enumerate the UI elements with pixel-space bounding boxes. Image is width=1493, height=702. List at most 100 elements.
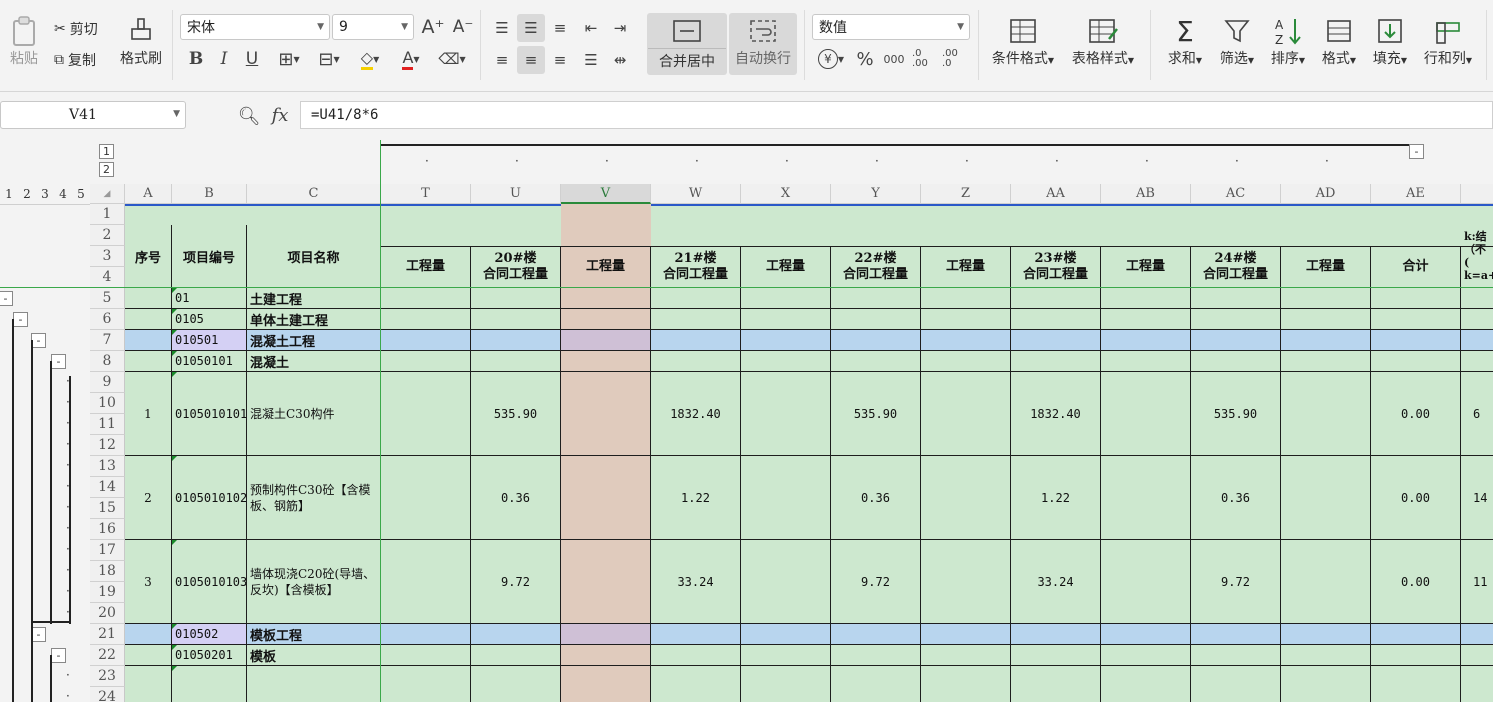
cell-r21-c11[interactable] — [1101, 624, 1191, 645]
cell-r6-c14[interactable] — [1371, 309, 1461, 330]
cell-r21-c6[interactable] — [651, 624, 741, 645]
row-header-18[interactable]: 18 — [90, 561, 125, 582]
cell-r6-c3[interactable] — [381, 309, 471, 330]
cell-item1-c11[interactable] — [1101, 372, 1191, 456]
cell-r23-c1[interactable] — [172, 666, 247, 702]
cut-button[interactable]: ✂ 剪切 — [54, 18, 98, 40]
cell-r22-c13[interactable] — [1281, 645, 1371, 666]
font-size-select[interactable]: 9 ▼ — [332, 14, 414, 40]
cell-item2-c5[interactable] — [561, 456, 651, 540]
cell-aa-item-1[interactable]: 1832.40 — [1011, 372, 1101, 456]
cell-y-item-3[interactable]: 9.72 — [831, 540, 921, 624]
header-z-qty[interactable]: 工程量 — [921, 246, 1011, 288]
cell-r7-c4[interactable] — [471, 330, 561, 351]
row-header-24[interactable]: 24 — [90, 687, 125, 702]
cell-y-item-1[interactable]: 535.90 — [831, 372, 921, 456]
row-header-12[interactable]: 12 — [90, 435, 125, 456]
cell-item3-c11[interactable] — [1101, 540, 1191, 624]
cell-r22-c5[interactable] — [561, 645, 651, 666]
cell-r5-c6[interactable] — [651, 288, 741, 309]
column-level-1-button[interactable]: 1 — [99, 144, 114, 159]
format-painter-button[interactable]: 格式刷 — [116, 14, 166, 68]
cell-r21-c8[interactable] — [831, 624, 921, 645]
column-header-z[interactable]: Z — [921, 184, 1011, 204]
cell-r5-c15[interactable] — [1461, 288, 1493, 309]
cell-r7-c14[interactable] — [1371, 330, 1461, 351]
header-v-qty[interactable]: 工程量 — [561, 246, 651, 288]
percent-icon[interactable]: % — [852, 46, 878, 72]
cell-af-item-3[interactable]: 11 — [1461, 540, 1493, 624]
cell-r6-c7[interactable] — [741, 309, 831, 330]
underline-button[interactable]: U — [240, 46, 264, 72]
cell-r23-c6[interactable] — [651, 666, 741, 702]
justify-icon[interactable]: ☰ — [577, 46, 605, 74]
cell-r22-c7[interactable] — [741, 645, 831, 666]
distribute-icon[interactable]: ⇹ — [606, 46, 634, 74]
increase-font-icon[interactable]: A⁺ — [420, 14, 446, 40]
column-header-c[interactable]: C — [247, 184, 381, 204]
cell-item1-c7[interactable] — [741, 372, 831, 456]
cell-r23-c15[interactable] — [1461, 666, 1493, 702]
cell-r5-c8[interactable] — [831, 288, 921, 309]
cell-ac-item-1[interactable]: 535.90 — [1191, 372, 1281, 456]
row-header-5[interactable]: 5 — [90, 288, 125, 309]
cell-name-row-7[interactable]: 混凝土工程 — [247, 330, 381, 351]
filter-button[interactable]: 筛选▼ — [1213, 14, 1261, 68]
cell-r8-c5[interactable] — [561, 351, 651, 372]
row-level-4-button[interactable]: 4 — [55, 185, 71, 202]
row-header-22[interactable]: 22 — [90, 645, 125, 666]
cell-u-item-1[interactable]: 535.90 — [471, 372, 561, 456]
cell-seq-2[interactable]: 2 — [125, 456, 172, 540]
cell-r23-c0[interactable] — [125, 666, 172, 702]
fill-button[interactable]: 填充▼ — [1367, 14, 1413, 68]
column-header-af[interactable] — [1461, 184, 1493, 204]
cell-item1-c5[interactable] — [561, 372, 651, 456]
row-header-16[interactable]: 16 — [90, 519, 125, 540]
cell-af-item-1[interactable]: 6 — [1461, 372, 1493, 456]
cell-r23-c14[interactable] — [1371, 666, 1461, 702]
cell-y-item-2[interactable]: 0.36 — [831, 456, 921, 540]
header-af-partial[interactable]: k:结 （不 ( k=a+ — [1461, 225, 1493, 288]
font-color-icon[interactable]: A ▼ — [394, 46, 428, 72]
cell-r7-c11[interactable] — [1101, 330, 1191, 351]
column-header-ad[interactable]: AD — [1281, 184, 1371, 204]
align-top-icon[interactable]: ☰ — [488, 14, 516, 42]
cell-r22-c6[interactable] — [651, 645, 741, 666]
cell-r6-c8[interactable] — [831, 309, 921, 330]
cell-r5-c11[interactable] — [1101, 288, 1191, 309]
cell-item-name-2[interactable]: 预制构件C30砼【含模板、钢筋】 — [247, 456, 381, 540]
cell-r23-c11[interactable] — [1101, 666, 1191, 702]
cell-code-row-7[interactable]: 010501 — [172, 330, 247, 351]
sort-button[interactable]: AZ 排序▼ — [1265, 14, 1311, 68]
align-right-icon[interactable]: ≡ — [546, 46, 574, 74]
cell-r21-c0[interactable] — [125, 624, 172, 645]
fill-color-icon[interactable]: ◇ ▼ — [352, 46, 388, 72]
column-header-ac[interactable]: AC — [1191, 184, 1281, 204]
header-w-21[interactable]: 21#楼 合同工程量 — [651, 246, 741, 288]
cell-w-item-3[interactable]: 33.24 — [651, 540, 741, 624]
header-ab-qty[interactable]: 工程量 — [1101, 246, 1191, 288]
cell-item2-c13[interactable] — [1281, 456, 1371, 540]
cell-code-row-22[interactable]: 01050201 — [172, 645, 247, 666]
cell-r7-c15[interactable] — [1461, 330, 1493, 351]
row-header-4[interactable]: 4 — [90, 267, 125, 288]
collapse-level-2-button[interactable]: - — [13, 312, 28, 327]
row-header-11[interactable]: 11 — [90, 414, 125, 435]
row-level-5-button[interactable]: 5 — [73, 185, 89, 202]
cell-r5-c0[interactable] — [125, 288, 172, 309]
cell-ac-item-3[interactable]: 9.72 — [1191, 540, 1281, 624]
indent-icon[interactable]: ⇥ — [606, 14, 634, 42]
cell-r22-c9[interactable] — [921, 645, 1011, 666]
increase-decimal-icon[interactable]: .0 .00 — [912, 46, 940, 72]
row-header-2[interactable]: 2 — [90, 225, 125, 246]
cell-r6-c10[interactable] — [1011, 309, 1101, 330]
cell-r5-c5[interactable] — [561, 288, 651, 309]
cell-r22-c14[interactable] — [1371, 645, 1461, 666]
cell-name-row-21[interactable]: 模板工程 — [247, 624, 381, 645]
cell-r22-c0[interactable] — [125, 645, 172, 666]
row-header-10[interactable]: 10 — [90, 393, 125, 414]
cell-r22-c3[interactable] — [381, 645, 471, 666]
cell-item2-c9[interactable] — [921, 456, 1011, 540]
conditional-format-button[interactable]: 条件格式▼ — [986, 14, 1060, 68]
cell-u-item-3[interactable]: 9.72 — [471, 540, 561, 624]
